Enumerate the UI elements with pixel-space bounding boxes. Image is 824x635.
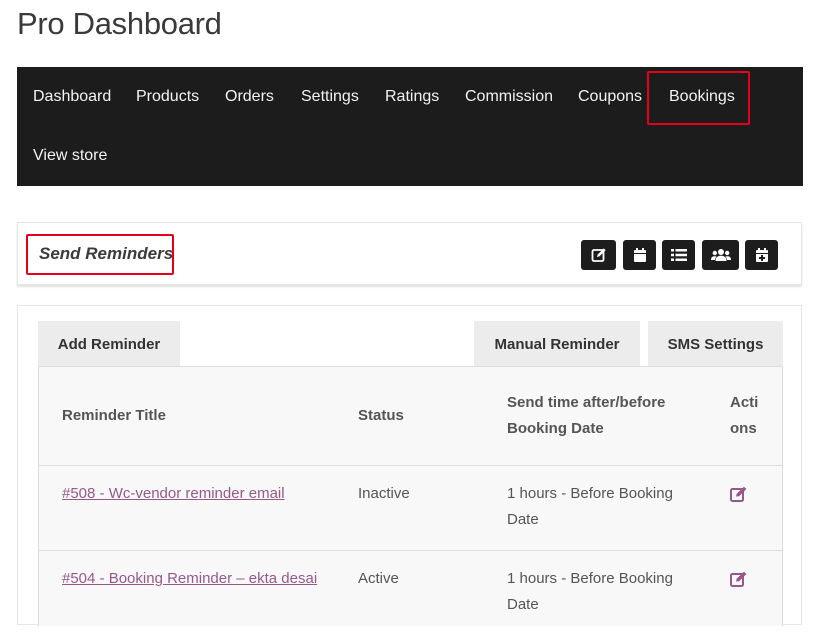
reminder-title-link[interactable]: #504 - Booking Reminder – ekta desai bbox=[62, 570, 317, 587]
nav-item-view-store[interactable]: View store bbox=[33, 146, 107, 166]
calendar-plus-icon bbox=[755, 248, 768, 262]
send-reminders-panel: Send Reminders bbox=[17, 222, 802, 285]
users-icon bbox=[710, 249, 731, 261]
send-time-line1: 1 hours - Before Booking bbox=[507, 570, 673, 587]
header-actions-line2: ons bbox=[730, 420, 757, 437]
send-time-line2: Date bbox=[507, 596, 539, 613]
main-navbar: Dashboard Products Orders Settings Ratin… bbox=[17, 67, 803, 186]
send-time-cell: 1 hours - Before Booking Date bbox=[507, 481, 673, 533]
send-time-line2: Date bbox=[507, 511, 539, 528]
header-status: Status bbox=[358, 407, 404, 424]
nav-item-commission[interactable]: Commission bbox=[465, 87, 553, 107]
header-reminder-title: Reminder Title bbox=[62, 407, 166, 424]
list-button[interactable] bbox=[662, 240, 695, 270]
reminder-title-cell: #508 - Wc-vendor reminder email bbox=[62, 481, 285, 507]
header-send-time-line1: Send time after/before bbox=[507, 394, 666, 411]
status-cell: Inactive bbox=[358, 485, 410, 502]
tab-manual-reminder[interactable]: Manual Reminder bbox=[474, 321, 640, 367]
reminders-content: Add Reminder Manual Reminder SMS Setting… bbox=[17, 305, 802, 626]
header-actions: Acti ons bbox=[730, 390, 758, 442]
tab-sms-settings[interactable]: SMS Settings bbox=[648, 321, 783, 367]
reminders-table: Reminder Title Status Send time after/be… bbox=[38, 366, 783, 626]
edit-button[interactable] bbox=[581, 240, 616, 270]
add-booking-button[interactable] bbox=[745, 240, 778, 270]
nav-item-orders[interactable]: Orders bbox=[225, 87, 274, 107]
nav-item-products[interactable]: Products bbox=[136, 87, 199, 107]
panel-heading: Send Reminders bbox=[39, 244, 174, 263]
nav-item-bookings[interactable]: Bookings bbox=[669, 87, 735, 107]
send-time-line1: 1 hours - Before Booking bbox=[507, 485, 673, 502]
edit-icon bbox=[591, 248, 606, 262]
edit-icon[interactable] bbox=[730, 571, 748, 587]
header-actions-line1: Acti bbox=[730, 394, 759, 411]
table-row: #504 - Booking Reminder – ekta desai Act… bbox=[39, 550, 782, 635]
nav-item-coupons[interactable]: Coupons bbox=[578, 87, 642, 107]
list-icon bbox=[670, 249, 687, 261]
header-send-time-line2: Booking Date bbox=[507, 420, 604, 437]
calendar-icon bbox=[633, 248, 646, 262]
reminder-title-cell: #504 - Booking Reminder – ekta desai bbox=[62, 566, 317, 592]
status-cell: Active bbox=[358, 570, 399, 587]
tab-add-reminder[interactable]: Add Reminder bbox=[38, 321, 180, 367]
edit-icon[interactable] bbox=[730, 486, 748, 502]
calendar-button[interactable] bbox=[623, 240, 656, 270]
nav-item-ratings[interactable]: Ratings bbox=[385, 87, 439, 107]
nav-item-settings[interactable]: Settings bbox=[301, 87, 359, 107]
table-row: #508 - Wc-vendor reminder email Inactive… bbox=[39, 465, 782, 550]
page-title: Pro Dashboard bbox=[17, 6, 222, 41]
header-send-time: Send time after/before Booking Date bbox=[507, 390, 665, 442]
nav-item-dashboard[interactable]: Dashboard bbox=[33, 87, 111, 107]
send-time-cell: 1 hours - Before Booking Date bbox=[507, 566, 673, 618]
reminder-title-link[interactable]: #508 - Wc-vendor reminder email bbox=[62, 485, 285, 502]
users-button[interactable] bbox=[702, 240, 739, 270]
